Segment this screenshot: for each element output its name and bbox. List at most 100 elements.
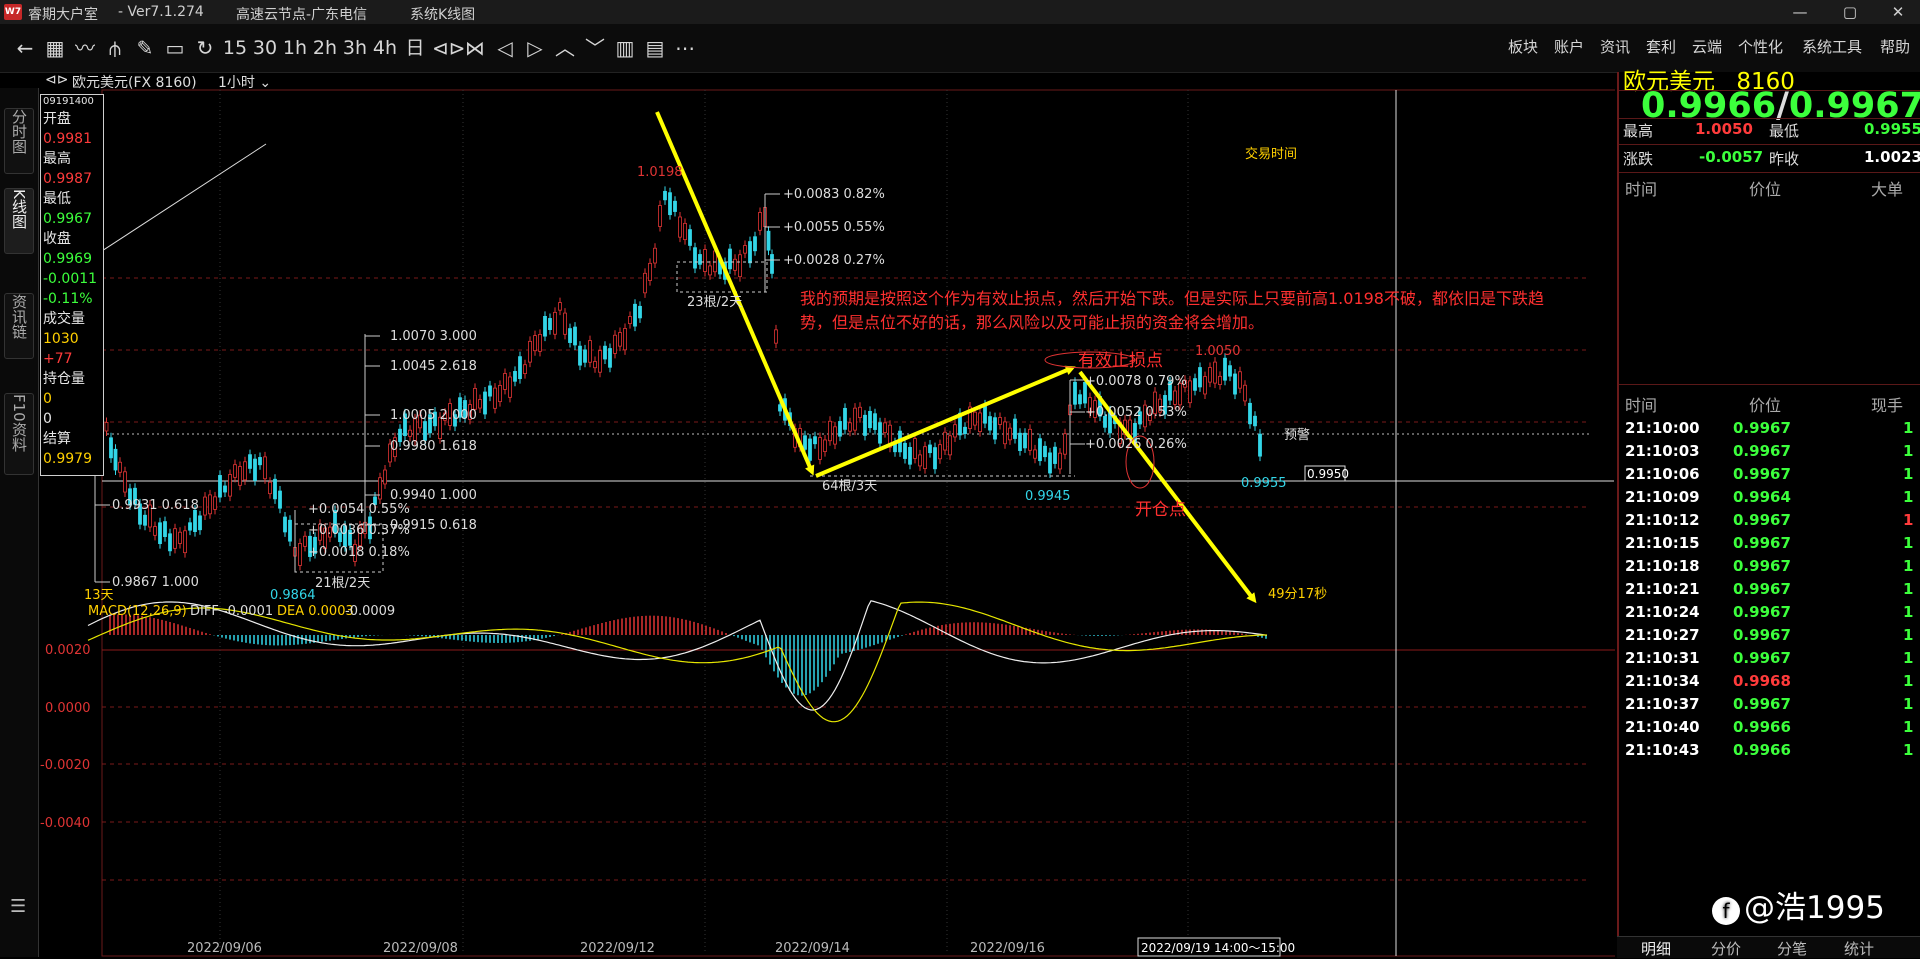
tab-stats[interactable]: 统计	[1844, 938, 1874, 959]
days-label: 13天	[84, 588, 114, 603]
tab-timeshare-label: 分时图	[10, 109, 28, 154]
tick-time: 21:10:06	[1625, 465, 1700, 483]
quote-low: 0.9955	[1864, 120, 1920, 138]
tab-f10[interactable]: F10资料	[4, 393, 34, 475]
menu-system-tools[interactable]: 系统工具	[1802, 36, 1862, 57]
low-9864-label: 0.9864	[270, 588, 316, 603]
kline-chart[interactable]: 1.0198 1.0050 0.9945 0.9955 0.9864 13天 4…	[40, 72, 1615, 957]
menu-personalize[interactable]: 个性化	[1738, 36, 1783, 57]
tab-timeshare[interactable]: 分时图	[4, 108, 34, 174]
line-icon[interactable]: 〰	[72, 34, 98, 62]
fib-left-3: 0.9980 1.618	[390, 439, 477, 454]
fib-left-4: 0.9940 1.000	[390, 488, 477, 503]
note-line-2: 势，但是点位不好的话，那么风险以及可能止损的资金将会增加。	[800, 313, 1264, 332]
menu-sector[interactable]: 板块	[1508, 36, 1538, 57]
list-icon[interactable]: ☰	[10, 896, 26, 917]
volume-value: 1030	[43, 331, 79, 347]
tick-time: 21:10:00	[1625, 419, 1700, 437]
open-position-label: 开仓点	[1135, 500, 1186, 520]
watermark-icon: f	[1712, 897, 1740, 925]
note-line-1: 我的预期是按照这个作为有效止损点，然后开始下跌。但是实际上只要前高1.0198不…	[800, 289, 1544, 308]
price-box-label: 0.9950	[1307, 467, 1349, 481]
tick-price-header: 价位	[1749, 396, 1782, 415]
down-icon[interactable]: ﹀	[582, 34, 608, 62]
back-icon[interactable]: ←	[12, 34, 38, 62]
tab-detail[interactable]: 明细	[1641, 938, 1671, 959]
prev-icon[interactable]: ◁	[492, 34, 518, 62]
app-logo: W7	[4, 4, 22, 20]
menu-help[interactable]: 帮助	[1880, 36, 1910, 57]
menu-arbitrage[interactable]: 套利	[1646, 36, 1676, 57]
menu-cloud[interactable]: 云端	[1692, 36, 1722, 57]
tick-qty: 1	[1903, 488, 1914, 506]
tick-time: 21:10:40	[1625, 718, 1700, 736]
draw-icon[interactable]: ✎	[132, 34, 158, 62]
chg-row-label: 涨跌	[1623, 150, 1654, 168]
high-label-info: 最高	[43, 151, 71, 167]
save-icon[interactable]: ▭	[162, 34, 188, 62]
high-value: 0.9987	[43, 171, 92, 187]
menu-news[interactable]: 资讯	[1600, 36, 1630, 57]
tick-price: 0.9968	[1733, 672, 1791, 690]
tick-time: 21:10:18	[1625, 557, 1700, 575]
date-0: 2022/09/06	[187, 941, 262, 956]
tab-ticks[interactable]: 分笔	[1777, 938, 1807, 959]
layout-icon[interactable]: ▥	[612, 34, 638, 62]
more-icon[interactable]: ⋯	[672, 34, 698, 62]
date-2: 2022/09/12	[580, 941, 655, 956]
tick-time: 21:10:12	[1625, 511, 1700, 529]
tick-qty: 1	[1903, 672, 1914, 690]
zoom-icon[interactable]: ⊲⊳	[432, 34, 466, 62]
bar-icon[interactable]: ⫛	[102, 34, 128, 62]
tick-qty-header: 现手	[1871, 396, 1904, 415]
title-bar: W7 睿期大户室 - Ver7.1.274 高速云节点-广东电信 系统K线图 —…	[0, 0, 1920, 25]
compare-icon[interactable]: ⋈	[462, 34, 488, 62]
macd-dea: DEA 0.0003	[277, 604, 354, 619]
up-icon[interactable]: ︿	[552, 34, 578, 62]
tick-qty: 1	[1903, 419, 1914, 437]
tab-kline[interactable]: K线图	[4, 188, 34, 254]
volume-label: 成交量	[43, 311, 85, 327]
fib-bl-0: 0.9931 0.618	[112, 498, 199, 513]
fib-right-1: +0.0052 0.53%	[1085, 405, 1187, 420]
next-icon[interactable]: ▷	[522, 34, 548, 62]
fib-left-2: 1.0005 2.000	[390, 408, 477, 423]
tick-price: 0.9967	[1733, 695, 1791, 713]
period-1h[interactable]: 1h	[282, 34, 308, 62]
oi-value: 0	[43, 391, 52, 407]
period-2h[interactable]: 2h	[312, 34, 338, 62]
date-1: 2022/09/08	[383, 941, 458, 956]
table-icon[interactable]: ▦	[42, 34, 68, 62]
tick-qty: 1	[1903, 649, 1914, 667]
volume-delta: +77	[43, 351, 73, 367]
tick-qty: 1	[1903, 511, 1914, 529]
period-day[interactable]: 日	[402, 34, 428, 62]
oi-label: 持仓量	[43, 371, 85, 387]
tick-row: 21:10:43 0.9966 1	[1619, 737, 1920, 765]
app-name: 睿期大户室	[28, 7, 98, 23]
period-3h[interactable]: 3h	[342, 34, 368, 62]
ohlc-info-box: 09191400 开盘 0.9981 最高 0.9987 最低 0.9967 收…	[40, 94, 104, 476]
minimize-button[interactable]: —	[1790, 2, 1810, 22]
tick-time: 21:10:15	[1625, 534, 1700, 552]
prev-row-label: 昨收	[1769, 150, 1800, 168]
period-4h[interactable]: 4h	[372, 34, 398, 62]
tab-price-dist[interactable]: 分价	[1711, 938, 1741, 959]
menu-account[interactable]: 账户	[1554, 36, 1584, 57]
period-30[interactable]: 30	[252, 34, 278, 62]
fib-mid-count: 64根/3天	[822, 479, 877, 494]
fib-top-count: 23根/2天	[687, 295, 742, 310]
period-15[interactable]: 15	[222, 34, 248, 62]
tab-news[interactable]: 资讯链	[4, 293, 34, 359]
macd-tick-3: -0.0040	[40, 816, 90, 831]
layers-icon[interactable]: ▤	[642, 34, 668, 62]
close-value: 0.9969	[43, 251, 92, 267]
macd-title[interactable]: MACD(12,26,9)	[88, 604, 187, 619]
maximize-button[interactable]: ▢	[1840, 2, 1860, 22]
countdown-label: 49分17秒	[1268, 587, 1327, 602]
refresh-icon[interactable]: ↻	[192, 34, 218, 62]
close-button[interactable]: ✕	[1888, 2, 1908, 22]
tick-price: 0.9964	[1733, 488, 1791, 506]
quote-high: 1.0050	[1695, 120, 1753, 138]
big-order-qty-header: 大单	[1871, 180, 1904, 199]
